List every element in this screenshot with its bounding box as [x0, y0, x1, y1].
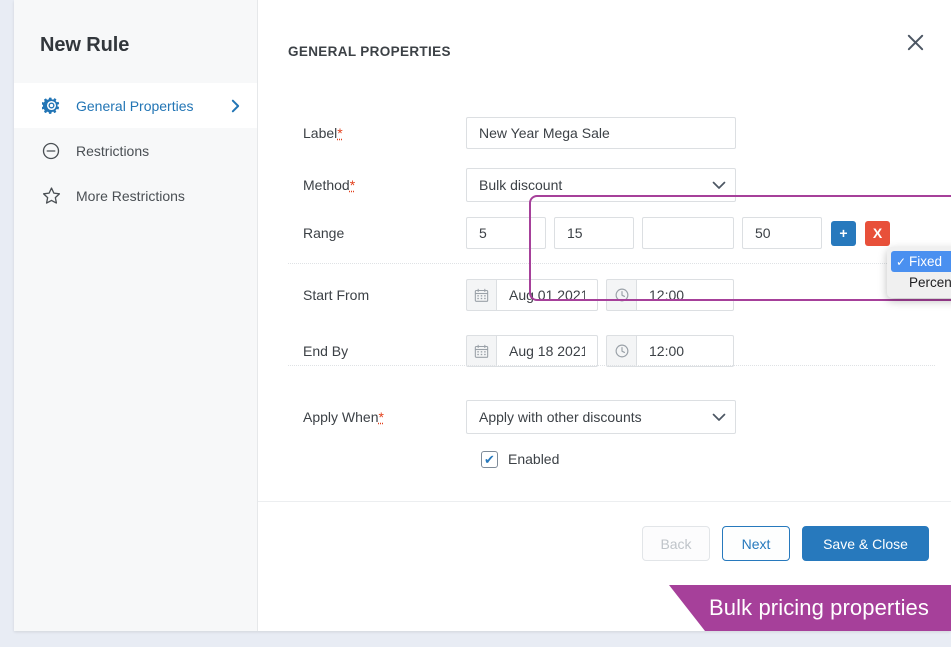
annotation-banner: Bulk pricing properties	[669, 585, 951, 631]
minus-circle-icon	[40, 140, 62, 162]
sidebar-item-general-properties[interactable]: General Properties	[14, 83, 257, 128]
range-row: Range + X	[288, 211, 921, 255]
sidebar-item-more-restrictions[interactable]: More Restrictions	[14, 173, 257, 218]
sidebar-title: New Rule	[40, 34, 130, 56]
end-by-label: End By	[288, 343, 466, 359]
remove-range-button[interactable]: X	[865, 220, 890, 246]
label-text: Start From	[303, 287, 370, 303]
star-icon	[40, 185, 62, 207]
label-field-label: Label*	[288, 125, 466, 141]
apply-when-field-wrap: Apply with other discounts	[466, 400, 736, 434]
divider	[288, 365, 935, 366]
menu-option-fixed[interactable]: ✓ Fixed	[891, 251, 951, 272]
required-marker: *	[378, 409, 384, 425]
menu-option-percentage[interactable]: Percentage	[887, 272, 951, 293]
range-max-input[interactable]	[554, 217, 634, 249]
menu-option-label: Percentage	[909, 275, 951, 290]
start-time-input[interactable]	[636, 279, 734, 311]
apply-when-select-wrap: Apply with other discounts	[466, 400, 736, 434]
gear-icon	[40, 95, 62, 117]
range-amount-input[interactable]	[742, 217, 822, 249]
label-input[interactable]	[466, 117, 736, 149]
enabled-checkbox[interactable]: ✔	[481, 450, 498, 468]
sidebar-item-label: More Restrictions	[76, 187, 185, 204]
check-icon: ✔	[484, 451, 495, 467]
form-area: Label* Method* Bulk discount	[258, 59, 951, 501]
range-min-input[interactable]	[466, 217, 546, 249]
start-from-row: Start From	[288, 273, 921, 317]
range-type-dropdown-menu[interactable]: ✓ Fixed Percentage	[887, 247, 951, 298]
add-range-button[interactable]: +	[831, 220, 856, 246]
chevron-right-icon	[230, 98, 241, 114]
method-field-wrap: Bulk discount	[466, 168, 736, 202]
back-button[interactable]: Back	[642, 526, 710, 561]
sidebar-item-label: Restrictions	[76, 142, 150, 159]
range-field-wrap: + X	[466, 217, 890, 249]
label-text: Range	[303, 225, 345, 241]
end-date-input[interactable]	[496, 335, 598, 367]
new-rule-dialog: New Rule General Properties Restrictions…	[14, 0, 951, 631]
menu-option-label: Fixed	[909, 254, 943, 269]
save-and-close-button[interactable]: Save & Close	[802, 526, 929, 561]
method-select[interactable]: Bulk discount	[466, 168, 736, 202]
apply-when-select[interactable]: Apply with other discounts	[466, 400, 736, 434]
sidebar-item-restrictions[interactable]: Restrictions	[14, 128, 257, 173]
required-marker: *	[349, 177, 356, 193]
range-type-select[interactable]	[642, 217, 734, 249]
label-text: End By	[303, 343, 349, 359]
required-marker: *	[337, 125, 343, 141]
method-select-wrap: Bulk discount	[466, 168, 736, 202]
close-icon[interactable]	[901, 28, 929, 56]
range-field-label: Range	[288, 225, 466, 241]
clock-icon[interactable]	[606, 279, 636, 311]
banner-notch	[669, 585, 706, 631]
banner-text: Bulk pricing properties	[705, 585, 951, 631]
label-text: Apply When	[303, 409, 379, 425]
method-row: Method* Bulk discount	[288, 163, 921, 207]
divider	[288, 263, 935, 264]
check-icon: ✓	[895, 254, 907, 269]
sidebar-item-label: General Properties	[76, 97, 194, 114]
next-button[interactable]: Next	[722, 526, 790, 561]
calendar-icon[interactable]	[466, 335, 496, 367]
apply-when-select-value: Apply with other discounts	[479, 409, 642, 425]
enabled-label: Enabled	[508, 451, 560, 467]
apply-when-label: Apply When*	[288, 409, 466, 425]
calendar-icon[interactable]	[466, 279, 496, 311]
label-text: Method	[303, 177, 350, 193]
start-date-input[interactable]	[496, 279, 598, 311]
start-from-field-wrap	[466, 279, 734, 311]
label-row: Label*	[288, 111, 921, 155]
main-panel: GENERAL PROPERTIES Label* Method*	[258, 0, 951, 631]
apply-when-row: Apply When* Apply with other discounts	[288, 395, 921, 439]
end-by-field-wrap	[466, 335, 734, 367]
end-by-row: End By	[288, 329, 921, 373]
enabled-row: ✔ Enabled	[288, 439, 921, 479]
clock-icon[interactable]	[606, 335, 636, 367]
method-field-label: Method*	[288, 177, 466, 193]
method-select-value: Bulk discount	[479, 177, 563, 193]
start-from-label: Start From	[288, 287, 466, 303]
label-field-wrap	[466, 117, 736, 149]
end-time-input[interactable]	[636, 335, 734, 367]
page-title: GENERAL PROPERTIES	[288, 44, 451, 59]
sidebar-nav: General Properties Restrictions More Res…	[14, 83, 257, 218]
label-text: Label	[303, 125, 338, 141]
sidebar: New Rule General Properties Restrictions…	[14, 0, 258, 631]
